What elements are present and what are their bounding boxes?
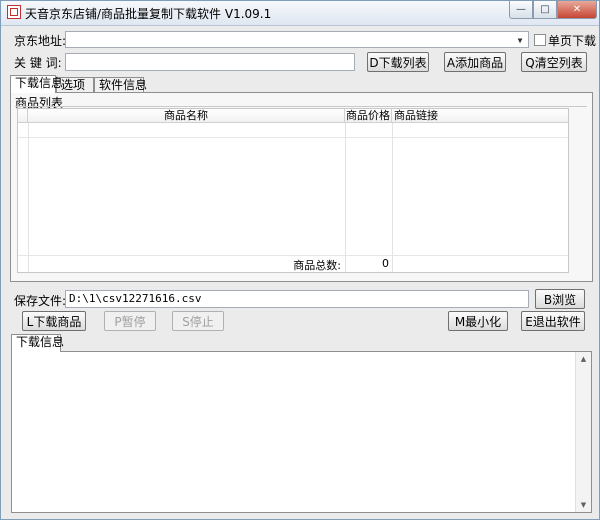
tab-log-download-info[interactable]: 下载信息 — [11, 334, 64, 352]
close-window-button[interactable]: ✕ — [557, 1, 597, 19]
total-count-value: 0 — [382, 257, 389, 270]
tab-panel-download-info: 商品列表 商品名称 商品价格 商品链接 商品总数: 0 — [10, 92, 593, 282]
row-header-corner — [18, 109, 28, 123]
tab-download-info[interactable]: 下载信息 — [10, 75, 63, 93]
grid-line — [392, 123, 393, 272]
close-icon: ✕ — [572, 4, 582, 15]
product-table[interactable]: 商品名称 商品价格 商品链接 商品总数: 0 — [17, 108, 569, 273]
column-header-link[interactable]: 商品链接 — [392, 109, 568, 123]
app-window: 天音京东店铺/商品批量复制下载软件 V1.09.1 — □ ✕ 京东地址: ▼ … — [0, 0, 600, 520]
save-file-label: 保存文件: — [14, 294, 67, 308]
total-count-label: 商品总数: — [293, 259, 341, 272]
download-products-button[interactable]: L下载商品 — [22, 311, 86, 331]
single-page-label: 单页下载 — [548, 34, 597, 48]
stop-button[interactable]: S停止 — [172, 311, 224, 331]
tab-software-info[interactable]: 软件信息 — [94, 77, 147, 93]
add-product-button[interactable]: A添加商品 — [444, 52, 506, 72]
single-page-checkbox[interactable] — [534, 34, 546, 46]
grid-line — [18, 137, 568, 138]
save-path-input[interactable]: D:\1\csv12271616.csv — [65, 290, 529, 308]
keyword-label: 关 键 词: — [14, 56, 62, 70]
window-title: 天音京东店铺/商品批量复制下载软件 V1.09.1 — [25, 7, 272, 21]
log-panel: ▲ ▼ — [11, 351, 592, 513]
url-combobox[interactable]: ▼ — [65, 31, 529, 48]
chevron-down-icon[interactable]: ▼ — [512, 32, 528, 48]
window-controls: — □ ✕ — [509, 1, 597, 19]
minimize-app-button[interactable]: M最小化 — [448, 311, 508, 331]
maximize-icon: □ — [540, 4, 550, 15]
keyword-input[interactable] — [65, 53, 355, 71]
minimize-window-button[interactable]: — — [509, 1, 533, 19]
save-path-value: D:\1\csv12271616.csv — [69, 292, 202, 305]
browse-button[interactable]: B浏览 — [535, 289, 585, 309]
pause-button[interactable]: P暂停 — [104, 311, 156, 331]
log-scrollbar[interactable]: ▲ ▼ — [575, 352, 591, 512]
title-bar[interactable]: 天音京东店铺/商品批量复制下载软件 V1.09.1 — □ ✕ — [1, 1, 599, 26]
grid-line — [28, 123, 29, 272]
exit-button[interactable]: E退出软件 — [521, 311, 585, 331]
grid-line — [18, 255, 568, 256]
group-divider — [15, 106, 587, 107]
maximize-window-button[interactable]: □ — [533, 1, 557, 19]
scroll-up-icon[interactable]: ▲ — [576, 355, 591, 363]
log-textarea[interactable] — [12, 352, 575, 512]
grid-line — [345, 123, 346, 272]
download-list-button[interactable]: D下载列表 — [367, 52, 429, 72]
clear-list-button[interactable]: Q清空列表 — [521, 52, 587, 72]
column-header-name[interactable]: 商品名称 — [28, 109, 345, 123]
scroll-down-icon[interactable]: ▼ — [576, 501, 591, 509]
column-header-price[interactable]: 商品价格 — [345, 109, 392, 123]
minimize-icon: — — [516, 4, 526, 15]
url-label: 京东地址: — [14, 34, 67, 48]
app-logo-icon — [7, 5, 21, 19]
